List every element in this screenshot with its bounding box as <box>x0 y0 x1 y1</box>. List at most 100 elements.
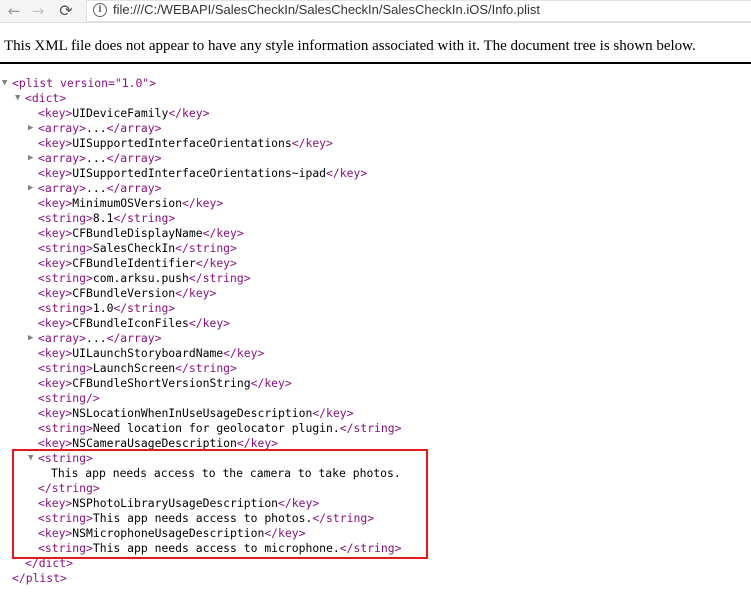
xml-close-tag: </key> <box>291 136 333 150</box>
xml-open-tag: <key> <box>38 256 73 270</box>
expand-toggle-icon[interactable]: ▶ <box>28 181 33 196</box>
back-arrow-icon[interactable]: ← <box>4 1 24 21</box>
xml-close-tag: </array> <box>106 331 162 345</box>
xml-string-value: 8.1 <box>92 211 114 225</box>
xml-key-line: <key>CFBundleIdentifier</key> <box>38 256 237 271</box>
xml-key-value: UILaunchStoryboardName <box>72 346 224 360</box>
xml-key-line: <key>CFBundleVersion</key> <box>38 286 216 301</box>
xml-close-tag: </key> <box>202 226 244 240</box>
xml-open-tag: <key> <box>38 106 73 120</box>
xml-string-line: <string/> <box>38 391 100 406</box>
xml-close-tag: </key> <box>326 166 368 180</box>
xml-open-tag: <key> <box>38 346 73 360</box>
xml-close-tag: </array> <box>106 121 162 135</box>
xml-string-line: <string>LaunchScreen</string> <box>38 361 237 376</box>
xml-open-tag: <string> <box>38 301 93 315</box>
xml-open-tag: <array> <box>38 121 87 135</box>
xml-open-tag: <string> <box>38 241 93 255</box>
xml-key-line: <key>UILaunchStoryboardName</key> <box>38 346 264 361</box>
xml-key-value: CFBundleVersion <box>72 286 176 300</box>
xml-close-tag: </string> <box>175 241 237 255</box>
collapse-toggle-icon[interactable]: ▼ <box>15 91 20 106</box>
xml-key-value: CFBundleDisplayName <box>72 226 203 240</box>
reload-icon[interactable]: ⟳ <box>56 1 76 21</box>
xml-key-line: <key>CFBundleDisplayName</key> <box>38 226 244 241</box>
xml-open-tag: <string> <box>38 361 93 375</box>
xml-close-tag: </string> <box>175 361 237 375</box>
expand-toggle-icon[interactable]: ▶ <box>28 151 33 166</box>
xml-open-tag: <array> <box>38 331 87 345</box>
xml-close-tag: </key> <box>182 196 224 210</box>
xml-open-tag: <key> <box>38 286 73 300</box>
xml-key-value: UISupportedInterfaceOrientations <box>72 136 292 150</box>
xml-string-line: <string>1.0</string> <box>38 301 175 316</box>
xml-close-tag: </key> <box>312 406 354 420</box>
xml-key-value: CFBundleShortVersionString <box>72 376 251 390</box>
xml-array-line: ▶ <array>...</array> <box>28 151 161 166</box>
xml-key-line: <key>MinimumOSVersion</key> <box>38 196 223 211</box>
xml-open-tag: <key> <box>38 406 73 420</box>
forward-arrow-icon[interactable]: → <box>28 1 48 21</box>
xml-string-line: <string>SalesCheckIn</string> <box>38 241 237 256</box>
xml-close-tag: </string> <box>113 211 176 225</box>
xml-string-line: <string>Need location for geolocator plu… <box>38 421 402 436</box>
xml-open-tag: <key> <box>38 136 73 150</box>
collapse-toggle-icon[interactable]: ▼ <box>2 76 7 91</box>
xml-key-line: <key>CFBundleIconFiles</key> <box>38 316 230 331</box>
xml-key-value: NSLocationWhenInUseUsageDescription <box>72 406 313 420</box>
xml-key-value: UIDeviceFamily <box>72 106 169 120</box>
xml-string-line: <string>com.arksu.push</string> <box>38 271 251 286</box>
xml-array-value: ... <box>86 181 107 195</box>
expand-toggle-icon[interactable]: ▶ <box>28 331 33 346</box>
xml-open-tag: <key> <box>38 226 73 240</box>
xml-array-value: ... <box>86 331 107 345</box>
notice-divider <box>0 62 751 64</box>
xml-open-tag: <key> <box>38 196 73 210</box>
address-bar[interactable]: i file:///C:/WEBAPI/SalesCheckIn/SalesCh… <box>86 0 751 22</box>
xml-open-tag: <string> <box>38 271 93 285</box>
xml-key-line: <key>UISupportedInterfaceOrientations~ip… <box>38 166 367 181</box>
xml-close-tag: </key> <box>168 106 210 120</box>
xml-string-line: <string>8.1</string> <box>38 211 175 226</box>
xml-array-line: ▶ <array>...</array> <box>28 121 162 136</box>
xml-open-tag: <string> <box>38 421 93 435</box>
xml-style-notice: This XML file does not appear to have an… <box>4 38 696 54</box>
dict-open-tag: <dict> <box>25 91 67 105</box>
xml-key-line: <key>CFBundleShortVersionString</key> <box>38 376 292 391</box>
xml-close-tag: </key> <box>250 376 292 390</box>
plist-close-tag: </plist> <box>12 571 67 585</box>
address-url[interactable]: file:///C:/WEBAPI/SalesCheckIn/SalesChec… <box>113 2 540 17</box>
xml-open-tag: <key> <box>38 436 73 450</box>
xml-string-value: 1.0 <box>92 301 114 315</box>
xml-string-value: com.arksu.push <box>92 271 189 285</box>
dict-open-line: ▼ <dict> <box>15 91 67 106</box>
xml-open-tag: <array> <box>38 151 87 165</box>
xml-key-value: MinimumOSVersion <box>72 196 183 210</box>
xml-close-tag: </key> <box>195 256 237 270</box>
xml-array-line: ▶ <array>...</array> <box>28 331 162 346</box>
xml-close-tag: </array> <box>106 181 162 195</box>
xml-array-line: ▶ <array>...</array> <box>28 181 162 196</box>
xml-close-tag: </key> <box>188 316 231 330</box>
xml-close-tag: </string> <box>113 301 176 315</box>
xml-array-value: ... <box>86 151 107 165</box>
highlight-box <box>12 449 428 559</box>
xml-tag: <string/> <box>38 391 100 405</box>
xml-key-line: <key>NSLocationWhenInUseUsageDescription… <box>38 406 353 421</box>
xml-key-line: <key>UISupportedInterfaceOrientations</k… <box>38 136 333 151</box>
xml-string-value: Need location for geolocator plugin. <box>92 421 340 435</box>
expand-toggle-icon[interactable]: ▶ <box>28 121 33 136</box>
xml-key-line: <key>UIDeviceFamily</key> <box>38 106 209 121</box>
xml-close-tag: </key> <box>223 346 265 360</box>
xml-key-value: NSCameraUsageDescription <box>72 436 237 450</box>
plist-open-tag: <plist version="1.0"> <box>12 76 157 90</box>
xml-string-value: SalesCheckIn <box>92 241 176 255</box>
xml-close-tag: </string> <box>188 271 251 285</box>
xml-close-tag: </key> <box>175 286 217 300</box>
xml-open-tag: <key> <box>38 166 73 180</box>
xml-key-value: CFBundleIconFiles <box>72 316 189 330</box>
info-icon[interactable]: i <box>93 3 107 17</box>
xml-open-tag: <string> <box>38 211 93 225</box>
xml-array-value: ... <box>86 121 107 135</box>
browser-toolbar: ← → ⟳ i file:///C:/WEBAPI/SalesCheckIn/S… <box>0 0 751 23</box>
